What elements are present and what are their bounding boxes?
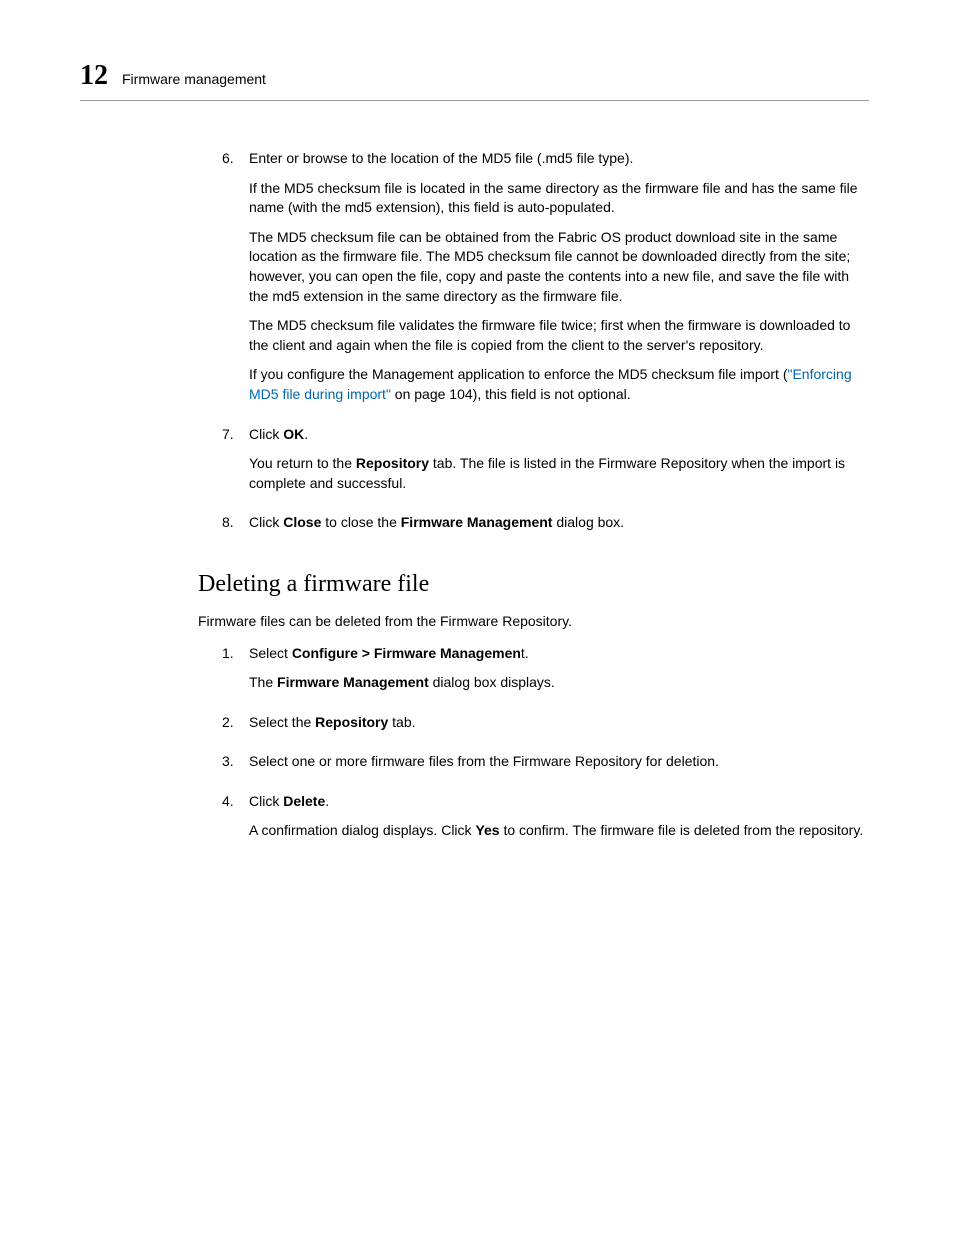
- list-body: Select Configure > Firmware Management. …: [249, 644, 869, 703]
- section-heading: Deleting a firmware file: [198, 571, 869, 598]
- bold-text: Close: [283, 514, 321, 530]
- list-number: 7.: [222, 425, 244, 504]
- text-span: t.: [521, 645, 529, 661]
- list-number: 6.: [222, 149, 244, 415]
- text-span: Click: [249, 426, 283, 442]
- section-intro: Firmware files can be deleted from the F…: [198, 612, 869, 632]
- text-span: dialog box displays.: [429, 674, 555, 690]
- text-span: If you configure the Management applicat…: [249, 366, 788, 382]
- step-text: Select one or more firmware files from t…: [249, 752, 869, 772]
- list-body: Enter or browse to the location of the M…: [249, 149, 869, 415]
- bold-text: Firmware Management: [277, 674, 429, 690]
- list-item-2: 2. Select the Repository tab.: [222, 713, 869, 743]
- text-span: to close the: [321, 514, 400, 530]
- list-item-3: 3. Select one or more firmware files fro…: [222, 752, 869, 782]
- bold-text: Repository: [356, 455, 429, 471]
- text-span: .: [304, 426, 308, 442]
- text-span: Click: [249, 514, 283, 530]
- step-para: A confirmation dialog displays. Click Ye…: [249, 821, 869, 841]
- bold-text: OK: [283, 426, 304, 442]
- page-header: 12 Firmware management: [80, 60, 869, 92]
- text-span: Click: [249, 793, 283, 809]
- text-span: to confirm. The firmware file is deleted…: [500, 822, 864, 838]
- list-body: Click Delete. A confirmation dialog disp…: [249, 792, 869, 851]
- text-span: .: [325, 793, 329, 809]
- text-span: The: [249, 674, 277, 690]
- bold-text: Repository: [315, 714, 388, 730]
- list-item-7: 7. Click OK. You return to the Repositor…: [222, 425, 869, 504]
- step-para: You return to the Repository tab. The fi…: [249, 454, 869, 493]
- text-span: A confirmation dialog displays. Click: [249, 822, 475, 838]
- bold-text: Firmware Management: [401, 514, 553, 530]
- page-number: 12: [80, 60, 108, 92]
- step-text: Enter or browse to the location of the M…: [249, 149, 869, 169]
- text-span: tab.: [388, 714, 415, 730]
- step-text: Click Delete.: [249, 792, 869, 812]
- list-body: Select one or more firmware files from t…: [249, 752, 869, 782]
- step-para: If you configure the Management applicat…: [249, 365, 869, 404]
- bold-text: Delete: [283, 793, 325, 809]
- list-number: 1.: [222, 644, 244, 703]
- step-para: If the MD5 checksum file is located in t…: [249, 179, 869, 218]
- list-number: 4.: [222, 792, 244, 851]
- list-item-6: 6. Enter or browse to the location of th…: [222, 149, 869, 415]
- bold-text: Yes: [475, 822, 499, 838]
- text-span: on page 104), this field is not optional…: [391, 386, 631, 402]
- list-number: 3.: [222, 752, 244, 782]
- list-body: Select the Repository tab.: [249, 713, 869, 743]
- list-item-8: 8. Click Close to close the Firmware Man…: [222, 513, 869, 543]
- step-text: Select Configure > Firmware Management.: [249, 644, 869, 664]
- list-body: Click Close to close the Firmware Manage…: [249, 513, 869, 543]
- list-number: 8.: [222, 513, 244, 543]
- step-para: The MD5 checksum file validates the firm…: [249, 316, 869, 355]
- text-span: Select: [249, 645, 292, 661]
- content-body: 6. Enter or browse to the location of th…: [222, 149, 869, 851]
- step-text: Click OK.: [249, 425, 869, 445]
- text-span: You return to the: [249, 455, 356, 471]
- step-text: Click Close to close the Firmware Manage…: [249, 513, 869, 533]
- bold-text: Configure > Firmware Managemen: [292, 645, 521, 661]
- list-item-1: 1. Select Configure > Firmware Managemen…: [222, 644, 869, 703]
- text-span: dialog box.: [552, 514, 624, 530]
- text-span: Select the: [249, 714, 315, 730]
- step-para: The Firmware Management dialog box displ…: [249, 673, 869, 693]
- header-title: Firmware management: [122, 71, 266, 87]
- step-para: The MD5 checksum file can be obtained fr…: [249, 228, 869, 306]
- list-body: Click OK. You return to the Repository t…: [249, 425, 869, 504]
- list-item-4: 4. Click Delete. A confirmation dialog d…: [222, 792, 869, 851]
- list-number: 2.: [222, 713, 244, 743]
- step-text: Select the Repository tab.: [249, 713, 869, 733]
- header-divider: [80, 100, 869, 101]
